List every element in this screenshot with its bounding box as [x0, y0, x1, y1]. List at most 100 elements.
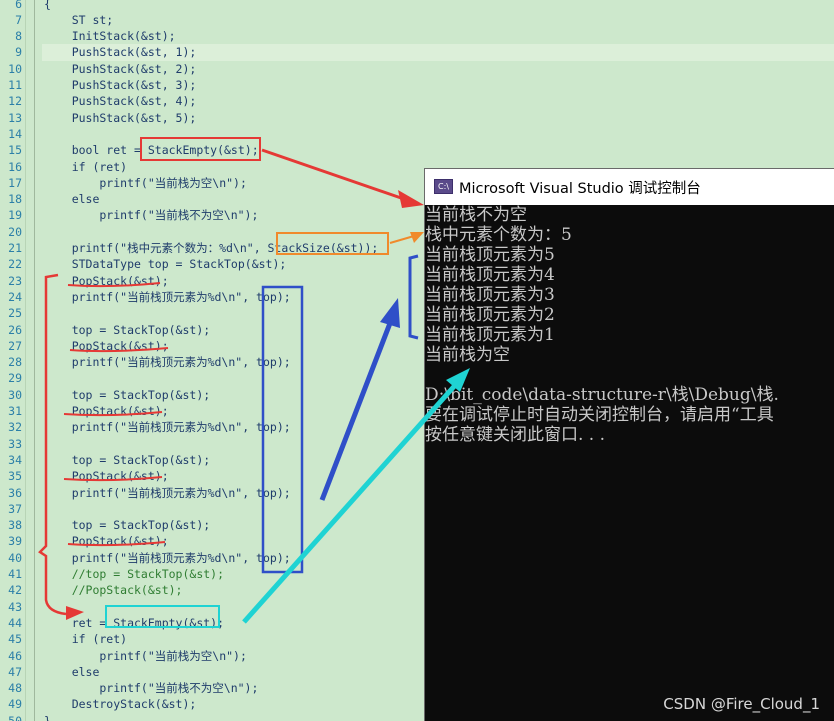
line-number: 45 [8, 632, 22, 647]
line-number: 6 [15, 0, 22, 11]
console-line: D:\bit_code\data-structure-r\栈\Debug\栈. [425, 385, 779, 405]
line-number: 26 [8, 322, 22, 337]
code-line[interactable]: printf("当前栈不为空\n"); [44, 207, 258, 223]
code-line[interactable]: } [44, 713, 51, 721]
line-number: 44 [8, 615, 22, 630]
line-number: 33 [8, 436, 22, 451]
console-line: 当前栈顶元素为4 [425, 265, 555, 285]
line-number: 10 [8, 61, 22, 76]
code-line[interactable]: PopStack(&st); [44, 403, 169, 419]
console-line: 当前栈不为空 [425, 205, 527, 225]
console-line: 要在调试停止时自动关闭控制台，请启用“工具 [425, 405, 774, 425]
line-number: 34 [8, 452, 22, 467]
console-line: 当前栈顶元素为5 [425, 245, 555, 265]
line-number: 31 [8, 404, 22, 418]
debug-console-window[interactable]: C:\ Microsoft Visual Studio 调试控制台 当前栈不为空… [424, 168, 834, 721]
line-number: 48 [8, 681, 22, 696]
line-number: 13 [8, 110, 22, 125]
line-number: 38 [8, 518, 22, 533]
code-line[interactable]: PushStack(&st, 1); [44, 44, 197, 60]
line-number: 21 [8, 241, 22, 255]
line-number: 25 [8, 306, 22, 321]
console-line: 当前栈顶元素为2 [425, 305, 555, 325]
console-line: 栈中元素个数为：5 [425, 225, 572, 245]
code-line[interactable]: printf("当前栈顶元素为%d\n", top); [44, 289, 291, 305]
code-line[interactable]: ret = StackEmpty(&st); [44, 615, 224, 631]
code-line[interactable]: else [44, 191, 100, 207]
code-line[interactable]: printf("栈中元素个数为：%d\n", StackSize(&st)); [44, 240, 379, 256]
line-number: 17 [8, 175, 22, 190]
console-title: Microsoft Visual Studio 调试控制台 [459, 181, 701, 197]
line-number: 18 [8, 192, 22, 207]
code-line[interactable]: PopStack(&st); [44, 468, 169, 484]
line-number: 43 [8, 599, 22, 614]
line-number: 40 [8, 550, 22, 565]
line-number: 11 [8, 78, 22, 92]
line-number: 9 [15, 45, 22, 60]
line-number: 32 [8, 420, 22, 435]
code-line[interactable]: //PopStack(&st); [44, 582, 183, 598]
line-number: 29 [8, 371, 22, 386]
line-number: 28 [8, 355, 22, 370]
line-number-gutter: 6 7 8 9 10 11 12 13 14 15 16 17 18 19 20 21 22 23 24 25 26 27… [0, 0, 26, 721]
line-number: 14 [8, 126, 22, 141]
code-line[interactable]: top = StackTop(&st); [44, 517, 210, 533]
line-number: 27 [8, 338, 22, 353]
code-line[interactable]: top = StackTop(&st); [44, 452, 210, 468]
line-number: 20 [8, 224, 22, 239]
line-number: 37 [8, 501, 22, 516]
console-line: 当前栈顶元素为3 [425, 285, 555, 305]
code-line[interactable]: PushStack(&st, 2); [44, 61, 197, 77]
line-number: 47 [8, 664, 22, 679]
line-number: 19 [8, 208, 22, 223]
code-line[interactable]: if (ret) [44, 631, 127, 647]
code-line[interactable]: top = StackTop(&st); [44, 387, 210, 403]
line-number: 22 [8, 257, 22, 272]
code-line[interactable]: if (ret) [44, 159, 127, 175]
code-line[interactable]: PushStack(&st, 3); [44, 77, 197, 93]
code-line[interactable]: InitStack(&st); [44, 28, 176, 44]
line-number: 41 [8, 567, 22, 581]
watermark: CSDN @Fire_Cloud_1 [663, 695, 820, 713]
line-number: 30 [8, 387, 22, 402]
code-line[interactable]: PushStack(&st, 5); [44, 110, 197, 126]
console-output[interactable]: 当前栈不为空 栈中元素个数为：5 当前栈顶元素为5 当前栈顶元素为4 当前栈顶元素为3 当… [425, 205, 834, 721]
line-number: 35 [8, 469, 22, 484]
console-line: 按任意键关闭此窗口. . . [425, 425, 606, 445]
code-line[interactable]: printf("当前栈不为空\n"); [44, 680, 258, 696]
line-number: 36 [8, 485, 22, 500]
line-number: 23 [8, 273, 22, 288]
console-line: 当前栈顶元素为1 [425, 325, 555, 345]
code-line[interactable]: printf("当前栈顶元素为%d\n", top); [44, 550, 291, 566]
line-number: 24 [8, 289, 22, 304]
code-line[interactable]: bool ret = StackEmpty(&st); [44, 142, 259, 158]
code-line[interactable]: PopStack(&st); [44, 273, 169, 289]
line-number: 7 [15, 12, 22, 27]
code-line[interactable]: PushStack(&st, 4); [44, 93, 197, 109]
code-line[interactable]: printf("当前栈为空\n"); [44, 648, 247, 664]
code-line[interactable]: printf("当前栈顶元素为%d\n", top); [44, 354, 291, 370]
line-number: 50 [8, 713, 22, 721]
console-titlebar[interactable]: C:\ Microsoft Visual Studio 调试控制台 [425, 169, 834, 205]
line-number: 12 [8, 94, 22, 109]
line-number: 49 [8, 697, 22, 712]
line-number: 8 [15, 29, 22, 44]
console-app-icon: C:\ [434, 179, 453, 194]
fold-margin [30, 0, 40, 721]
code-line[interactable]: PopStack(&st); [44, 533, 169, 549]
code-line[interactable]: else [44, 664, 100, 680]
code-line[interactable]: printf("当前栈为空\n"); [44, 175, 247, 191]
code-line[interactable]: //top = StackTop(&st); [44, 566, 224, 582]
code-line[interactable]: ST st; [44, 12, 114, 28]
code-line[interactable]: { [44, 0, 51, 12]
line-number: 46 [8, 648, 22, 663]
code-line[interactable]: PopStack(&st); [44, 338, 169, 354]
line-number: 39 [8, 534, 22, 549]
console-line: 当前栈为空 [425, 345, 510, 365]
code-line[interactable]: DestroyStack(&st); [44, 696, 197, 712]
code-line[interactable]: printf("当前栈顶元素为%d\n", top); [44, 419, 291, 435]
code-line[interactable]: STDataType top = StackTop(&st); [44, 256, 287, 272]
code-line[interactable]: top = StackTop(&st); [44, 322, 210, 338]
line-number: 16 [8, 159, 22, 174]
code-line[interactable]: printf("当前栈顶元素为%d\n", top); [44, 485, 291, 501]
